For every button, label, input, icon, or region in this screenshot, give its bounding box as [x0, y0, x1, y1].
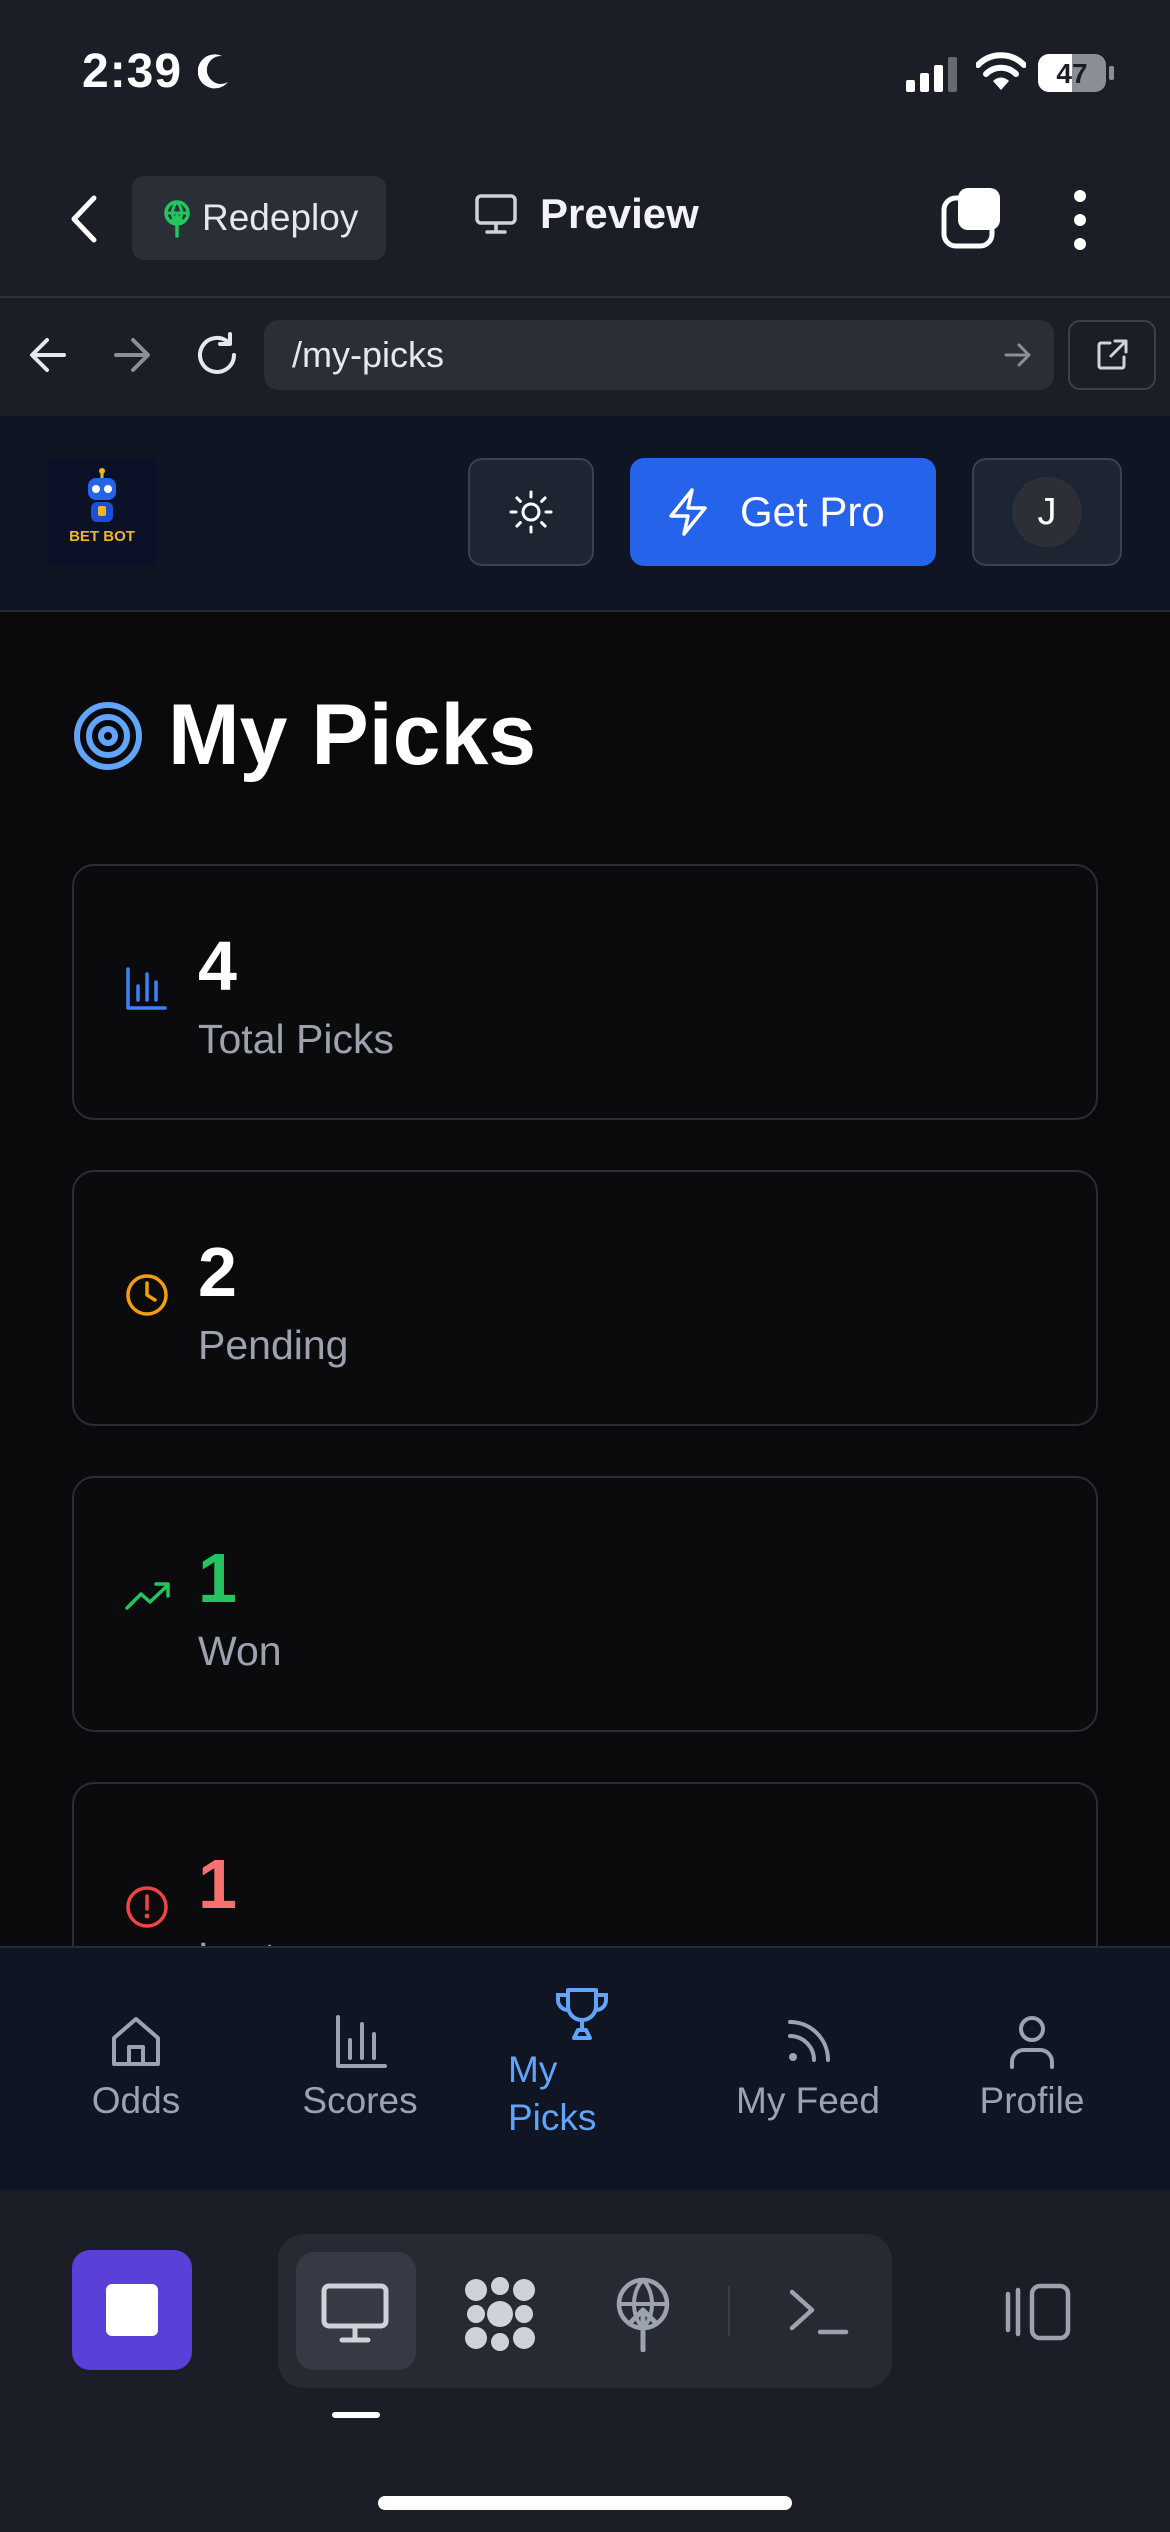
target-icon — [74, 702, 142, 770]
nav-item-odds[interactable]: Odds — [36, 2014, 236, 2122]
nav-item-my-feed[interactable]: My Feed — [708, 2014, 908, 2122]
avatar: J — [1012, 477, 1082, 547]
open-external-button[interactable] — [1068, 320, 1156, 390]
user-menu-button[interactable]: J — [972, 458, 1122, 566]
alert-circle-icon — [126, 1886, 168, 1928]
trending-up-icon — [125, 1582, 170, 1610]
device-rotate-icon[interactable] — [1002, 2282, 1072, 2342]
logo-text: BET BOT — [69, 528, 135, 545]
preview-tab[interactable]: Preview — [474, 190, 699, 238]
cellular-signal-icon — [906, 57, 957, 92]
clock-icon — [126, 1274, 168, 1316]
get-pro-button[interactable]: Get Pro — [630, 458, 936, 566]
stat-label: Total Picks — [198, 1016, 394, 1062]
workspace-top-bar: Redeploy Preview — [0, 150, 1170, 298]
url-text: /my-picks — [292, 334, 444, 375]
battery-cap — [1109, 66, 1114, 80]
get-pro-label: Get Pro — [740, 488, 885, 535]
toolbar-divider — [728, 2286, 730, 2336]
tabs-switcher-icon[interactable] — [940, 186, 1004, 250]
nav-label: Scores — [302, 2080, 418, 2121]
stat-card-won: 1 Won — [72, 1476, 1098, 1732]
nav-label: Odds — [91, 2080, 181, 2121]
stat-value: 1 — [198, 1539, 237, 1617]
home-indicator — [378, 2496, 792, 2510]
stat-label: Won — [198, 1628, 282, 1674]
bar-chart-icon — [336, 2015, 387, 2068]
extensions-icon[interactable] — [462, 2276, 538, 2352]
stop-button[interactable] — [72, 2250, 192, 2370]
stat-value: 2 — [198, 1233, 237, 1311]
bottom-navigation: Odds Scores My Picks My Feed Profile — [0, 1946, 1170, 2192]
nav-label: Profile — [979, 2080, 1085, 2121]
home-icon — [112, 2017, 160, 2066]
stat-value: 4 — [198, 927, 237, 1005]
stop-icon — [106, 2284, 158, 2336]
external-link-icon — [1097, 339, 1128, 370]
stat-card-total-picks: 4 Total Picks — [72, 864, 1098, 1120]
tool-switcher — [278, 2234, 892, 2388]
deploy-icon[interactable] — [612, 2276, 674, 2352]
nav-item-my-picks[interactable]: My Picks — [484, 1984, 684, 2142]
bar-chart-icon — [126, 967, 167, 1010]
redeploy-button[interactable]: Redeploy — [132, 176, 386, 260]
terminal-icon[interactable] — [786, 2286, 850, 2338]
sun-icon — [509, 490, 553, 534]
status-time: 2:39 — [82, 45, 183, 98]
nav-label: My Feed — [736, 2080, 880, 2121]
go-arrow-icon[interactable] — [1004, 342, 1032, 368]
app-header: BET BOT Get Pro J — [0, 416, 1170, 612]
trophy-icon — [556, 1988, 608, 2040]
monitor-icon — [475, 194, 517, 234]
stat-card-pending: 2 Pending — [72, 1170, 1098, 1426]
nav-back-icon[interactable] — [28, 336, 68, 374]
bet-bot-logo[interactable]: BET BOT — [48, 458, 156, 566]
back-chevron-icon[interactable] — [68, 194, 100, 244]
status-bar: 2:39 47 — [0, 0, 1170, 150]
user-icon — [1010, 2016, 1054, 2069]
page-title: My Picks — [168, 687, 537, 783]
lightning-icon — [669, 488, 707, 536]
redeploy-label: Redeploy — [202, 197, 359, 238]
rss-icon — [788, 2020, 830, 2062]
workspace-toolbar — [0, 2190, 1170, 2532]
browser-url-bar: /my-picks — [0, 298, 1170, 418]
theme-toggle-button[interactable] — [468, 458, 594, 566]
deploy-icon — [164, 200, 190, 238]
nav-forward-icon[interactable] — [112, 336, 152, 374]
wifi-icon — [976, 52, 1026, 90]
stat-value: 1 — [198, 1845, 237, 1923]
battery-icon: 47 — [1038, 54, 1106, 92]
preview-label: Preview — [540, 190, 699, 237]
stat-label: Pending — [198, 1322, 349, 1368]
nav-item-profile[interactable]: Profile — [932, 2014, 1132, 2122]
more-vertical-icon[interactable] — [1070, 188, 1090, 252]
robot-logo-icon — [88, 468, 116, 522]
moon-icon — [198, 54, 228, 89]
reload-icon[interactable] — [194, 332, 240, 378]
active-tool-indicator — [332, 2412, 380, 2418]
nav-item-scores[interactable]: Scores — [260, 2014, 460, 2122]
url-input[interactable]: /my-picks — [264, 320, 1054, 390]
nav-label: My Picks — [508, 2049, 597, 2138]
monitor-icon[interactable] — [320, 2282, 390, 2344]
